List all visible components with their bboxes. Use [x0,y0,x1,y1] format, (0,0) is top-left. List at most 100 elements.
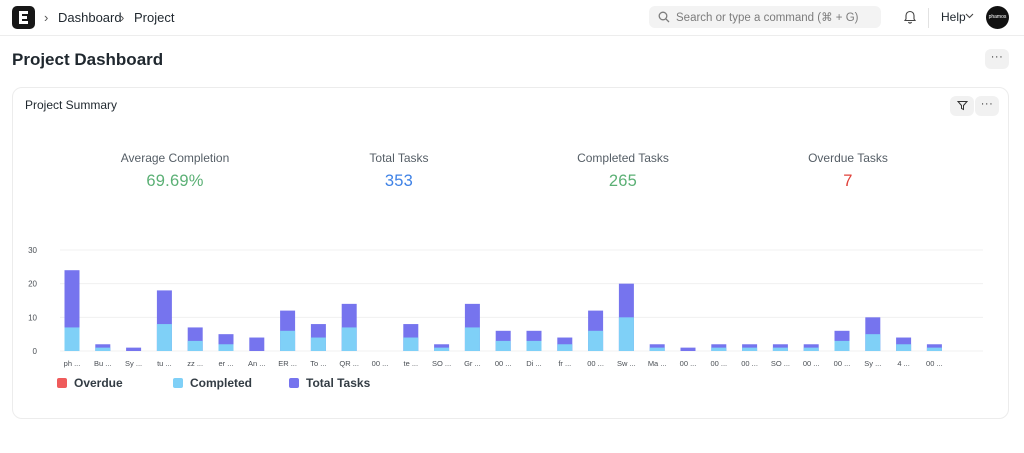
card-title: Project Summary [25,98,118,112]
bar-completed [526,340,542,351]
bar-completed [865,334,881,351]
x-tick-label: ER ... [278,359,297,368]
filter-button[interactable] [950,96,974,116]
y-tick-label: 30 [28,246,37,255]
bar-completed [649,347,665,351]
bar-completed [280,330,296,351]
x-tick-label: Di ... [526,359,541,368]
stat-value: 7 [843,172,853,190]
y-tick-label: 10 [28,313,37,322]
x-tick-label: 00 ... [834,359,851,368]
search-input[interactable]: Search or type a command (⌘ + G) [649,6,881,28]
x-tick-label: Gr ... [464,359,481,368]
page-title: Project Dashboard [12,50,164,69]
stat-total-tasks: Total Tasks 353 [299,151,499,191]
bar-total-tasks [126,347,142,351]
bar-total-tasks [249,337,265,351]
x-tick-label: To ... [310,359,326,368]
stat-label: Overdue Tasks [808,151,888,165]
notification-bell-icon[interactable] [903,9,917,24]
app-logo[interactable] [12,6,35,29]
bar-completed [742,347,758,351]
bar-completed [803,347,819,351]
bar-chart: 0 10 20 30 ph ... Bu ... Sy ... tu ... zz ... er … [28,246,983,368]
bar-completed [557,344,573,351]
bar-completed [834,340,850,351]
x-tick-label: 00 ... [680,359,697,368]
stat-overdue-tasks: Overdue Tasks 7 [748,151,948,191]
x-tick-label: An ... [248,359,266,368]
x-tick-label: Ma ... [648,359,667,368]
stat-completed-tasks: Completed Tasks 265 [523,151,723,191]
chevron-right-icon: › [44,10,49,25]
legend-swatch [57,378,67,388]
x-tick-label: Sw ... [617,359,636,368]
logo-e-icon [19,11,28,24]
x-tick-label: 00 ... [741,359,758,368]
x-tick-label: fr ... [558,359,571,368]
top-navbar: › Dashboard › Project Search or type a c… [0,0,1024,36]
x-tick-label: 00 ... [372,359,389,368]
filter-icon [956,101,968,111]
bar-completed [464,327,480,351]
breadcrumb-project[interactable]: Project [134,10,174,25]
bar-completed [403,337,419,351]
x-tick-label: SO ... [771,359,790,368]
chevron-down-icon[interactable] [965,13,974,19]
x-tick-label: 00 ... [710,359,727,368]
bar-completed [618,317,634,351]
bar-completed [156,324,172,351]
legend-item-completed[interactable]: Completed [173,376,252,390]
bar-completed [434,347,450,351]
x-tick-label: tu ... [157,359,172,368]
x-tick-label: er ... [218,359,233,368]
bar-completed [310,337,326,351]
stat-value: 265 [608,172,638,190]
x-tick-label: te ... [404,359,419,368]
help-menu[interactable]: Help [941,10,966,24]
legend-swatch [173,378,183,388]
x-tick-label: 4 ... [897,359,910,368]
x-tick-label: 00 ... [495,359,512,368]
y-tick-label: 0 [33,347,38,356]
legend-label: Total Tasks [306,376,371,390]
x-tick-label: QR ... [339,359,359,368]
bar-completed [772,347,788,351]
breadcrumb-dashboard[interactable]: Dashboard [58,10,122,25]
chevron-right-icon: › [120,10,125,25]
search-icon [658,11,670,23]
bar-completed [926,347,942,351]
bar-completed [588,330,604,351]
page-menu-button[interactable]: ··· [985,49,1009,69]
legend-item-total-tasks[interactable]: Total Tasks [289,376,370,390]
legend-label: Overdue [74,376,123,390]
bar-completed [218,344,234,351]
bar-completed [341,327,357,351]
bar-completed [495,340,511,351]
bar-completed [187,340,203,351]
stat-average-completion: Average Completion 69.69% [75,151,275,191]
x-tick-label: Sy ... [125,359,142,368]
project-summary-chart: 0 10 20 30 ph ... Bu ... Sy ... tu ... zz ... er … [12,240,1009,375]
x-tick-label: Bu ... [94,359,112,368]
stat-label: Completed Tasks [577,151,669,165]
bar-completed [896,344,912,351]
avatar[interactable]: phamos [986,6,1009,29]
stat-label: Total Tasks [369,151,429,165]
legend-swatch [289,378,299,388]
stat-value: 353 [384,172,414,190]
y-tick-label: 20 [28,280,37,289]
legend-item-overdue[interactable]: Overdue [57,376,123,390]
bar-completed [64,327,80,351]
bar-completed [95,347,111,351]
bar-total-tasks [680,347,696,351]
x-tick-label: 00 ... [803,359,820,368]
x-tick-label: 00 ... [926,359,943,368]
search-placeholder: Search or type a command (⌘ + G) [676,12,859,24]
bar-completed [711,347,727,351]
nav-divider [928,8,929,28]
stat-value: 69.69% [146,172,204,190]
x-tick-label: ph ... [64,359,81,368]
card-menu-button[interactable]: ··· [975,96,999,116]
x-tick-label: SO ... [432,359,451,368]
